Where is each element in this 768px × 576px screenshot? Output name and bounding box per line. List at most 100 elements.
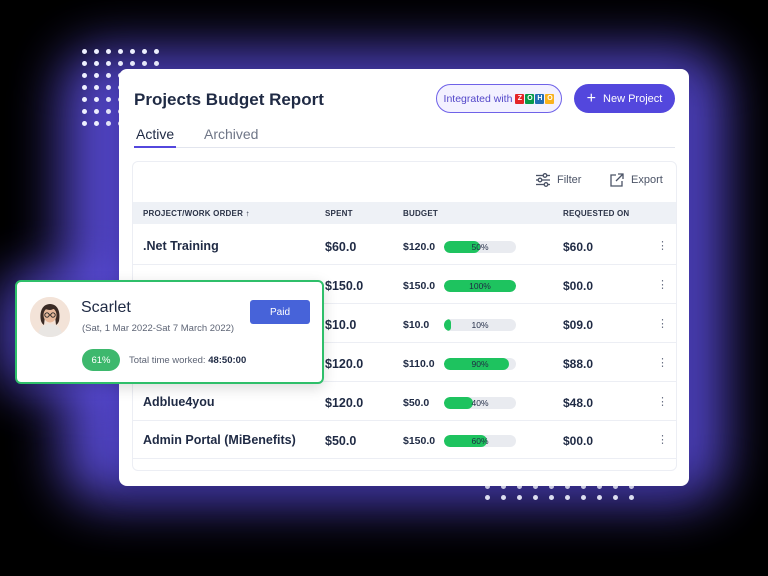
decorative-dot — [94, 109, 99, 114]
paid-button[interactable]: Paid — [250, 300, 310, 324]
more-options-icon[interactable]: ⋮ — [657, 356, 668, 369]
decorative-dot — [130, 61, 135, 66]
decorative-dot — [118, 61, 123, 66]
budget-progress-label: 40% — [471, 398, 489, 408]
export-button[interactable]: Export — [609, 172, 663, 188]
requested-on-value: $09.0 — [563, 318, 594, 332]
budget-progress-bar: 50% — [444, 241, 516, 253]
decorative-dot — [154, 61, 159, 66]
decorative-dot — [106, 121, 111, 126]
integrated-label: Integrated with — [443, 92, 513, 105]
requested-on-value: $48.0 — [563, 396, 594, 410]
decorative-dots-bottom-right — [485, 484, 634, 500]
export-icon — [610, 173, 624, 187]
filter-button[interactable]: Filter — [535, 172, 581, 188]
budget-value: $120.0 — [403, 241, 436, 253]
decorative-dot — [82, 73, 87, 78]
decorative-dot — [82, 61, 87, 66]
budget-progress-label: 10% — [471, 320, 489, 330]
more-options-icon[interactable]: ⋮ — [657, 395, 668, 408]
budget-progress-bar: 90% — [444, 358, 516, 370]
decorative-dot — [142, 49, 147, 54]
decorative-dot — [82, 97, 87, 102]
employee-name: Scarlet — [81, 299, 131, 316]
integrated-with-zoho-badge[interactable]: Integrated with Z O H O — [436, 84, 562, 113]
budget-value: $10.0 — [403, 319, 430, 331]
decorative-dot — [106, 49, 111, 54]
decorative-dot — [94, 97, 99, 102]
decorative-dot — [154, 49, 159, 54]
budget-progress-bar: 40% — [444, 397, 516, 409]
decorative-dot — [130, 49, 135, 54]
decorative-dot — [94, 85, 99, 90]
decorative-dot — [106, 73, 111, 78]
table-header: PROJECT/WORK ORDER ↑ SPENT BUDGET REQUES… — [133, 202, 676, 224]
time-value: 48:50:00 — [208, 355, 247, 366]
total-time-worked: Total time worked: 48:50:00 — [129, 355, 246, 366]
plus-icon: + — [586, 89, 597, 107]
decorative-dot — [613, 495, 618, 500]
decorative-dot — [106, 85, 111, 90]
project-name: Adblue4you — [143, 395, 215, 409]
new-project-button[interactable]: + New Project — [574, 84, 675, 113]
spent-value: $150.0 — [325, 279, 364, 293]
decorative-dot — [106, 61, 111, 66]
spent-value: $60.0 — [325, 240, 357, 254]
budget-progress-label: 100% — [469, 281, 491, 291]
decorative-dot — [118, 49, 123, 54]
budget-value: $110.0 — [403, 358, 435, 370]
project-name: .Net Training — [143, 239, 219, 253]
requested-on-value: $00.0 — [563, 434, 594, 448]
spent-value: $120.0 — [325, 357, 364, 371]
more-options-icon[interactable]: ⋮ — [657, 239, 668, 252]
decorative-dot — [82, 49, 87, 54]
requested-on-value: $00.0 — [563, 279, 594, 293]
tab-archived[interactable]: Archived — [204, 126, 258, 148]
decorative-dot — [94, 61, 99, 66]
requested-on-value: $60.0 — [563, 240, 594, 254]
budget-progress-label: 50% — [471, 242, 489, 252]
decorative-dot — [565, 495, 570, 500]
decorative-dot — [501, 495, 506, 500]
project-name: Admin Portal (MiBenefits) — [143, 433, 296, 447]
budget-progress-label: 60% — [471, 436, 489, 446]
tab-active[interactable]: Active — [134, 126, 177, 148]
decorative-dot — [581, 495, 586, 500]
decorative-dot — [82, 85, 87, 90]
table-row[interactable]: Admin Portal (MiBenefits) $50.0 $150.0 60% $… — [133, 421, 676, 459]
filter-label: Filter — [557, 174, 582, 186]
budget-progress-bar: 10% — [444, 319, 516, 331]
decorative-dot — [106, 97, 111, 102]
budget-progress-bar: 60% — [444, 435, 516, 447]
decorative-dot — [629, 495, 634, 500]
budget-value: $50.0 — [403, 397, 430, 409]
export-label: Export — [631, 174, 663, 186]
decorative-dot — [94, 73, 99, 78]
more-options-icon[interactable]: ⋮ — [657, 433, 668, 446]
more-options-icon[interactable]: ⋮ — [657, 278, 668, 291]
spent-value: $10.0 — [325, 318, 357, 332]
date-range: (Sat, 1 Mar 2022-Sat 7 March 2022) — [82, 323, 235, 334]
more-options-icon[interactable]: ⋮ — [657, 317, 668, 330]
column-header-budget: BUDGET — [403, 209, 438, 218]
decorative-dot — [142, 61, 147, 66]
requested-on-value: $88.0 — [563, 357, 594, 371]
column-header-spent: SPENT — [325, 209, 353, 218]
decorative-dot — [517, 495, 522, 500]
budget-report-card: Projects Budget Report Integrated with Z… — [119, 69, 689, 486]
new-project-label: New Project — [603, 92, 663, 105]
tab-bar: Active Archived — [134, 126, 675, 148]
filter-sliders-icon — [536, 173, 550, 187]
column-header-requested-on: REQUESTED ON — [563, 209, 630, 218]
zoho-logo-icon: Z O H O — [515, 93, 555, 104]
column-header-project[interactable]: PROJECT/WORK ORDER ↑ — [143, 209, 250, 218]
decorative-dot — [94, 121, 99, 126]
decorative-dot — [533, 495, 538, 500]
decorative-dot — [549, 495, 554, 500]
table-row[interactable]: .Net Training $60.0 $120.0 50% $60.0 ⋮ — [133, 227, 676, 265]
timesheet-popup: Scarlet (Sat, 1 Mar 2022-Sat 7 March 202… — [15, 280, 324, 384]
spent-value: $50.0 — [325, 434, 357, 448]
table-row[interactable]: Adblue4you $120.0 $50.0 40% $48.0 ⋮ — [133, 383, 676, 421]
percent-badge: 61% — [82, 349, 120, 371]
budget-progress-label: 90% — [471, 359, 489, 369]
